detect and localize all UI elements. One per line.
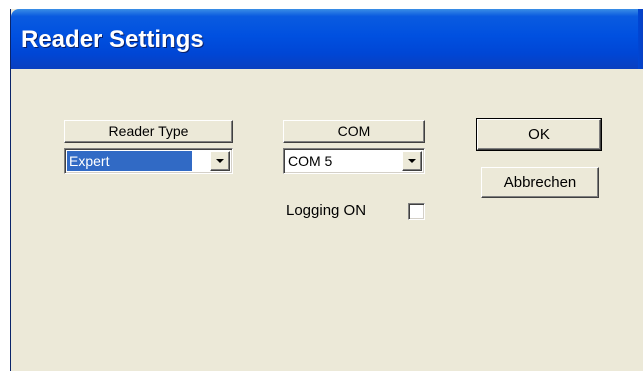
title-bar[interactable]: Reader Settings (11, 9, 643, 69)
reader-type-value: Expert (67, 151, 192, 171)
com-header: COM (283, 120, 425, 143)
chevron-down-icon (408, 159, 416, 163)
ok-button[interactable]: OK (476, 118, 602, 151)
cancel-button[interactable]: Abbrechen (481, 167, 599, 198)
reader-type-combobox[interactable]: Expert (64, 148, 233, 174)
reader-type-header: Reader Type (64, 120, 233, 143)
reader-type-dropdown-button[interactable] (210, 151, 230, 171)
chevron-down-icon (216, 159, 224, 163)
com-port-value: COM 5 (288, 153, 333, 169)
title-bar-edge (638, 9, 643, 69)
reader-settings-dialog: Reader Settings Reader Type Expert COM C… (10, 9, 643, 371)
com-port-combobox[interactable]: COM 5 (283, 148, 425, 174)
window-title: Reader Settings (21, 26, 204, 53)
logging-label: Logging ON (286, 202, 367, 219)
logging-checkbox[interactable] (408, 203, 425, 220)
com-port-dropdown-button[interactable] (402, 151, 422, 171)
